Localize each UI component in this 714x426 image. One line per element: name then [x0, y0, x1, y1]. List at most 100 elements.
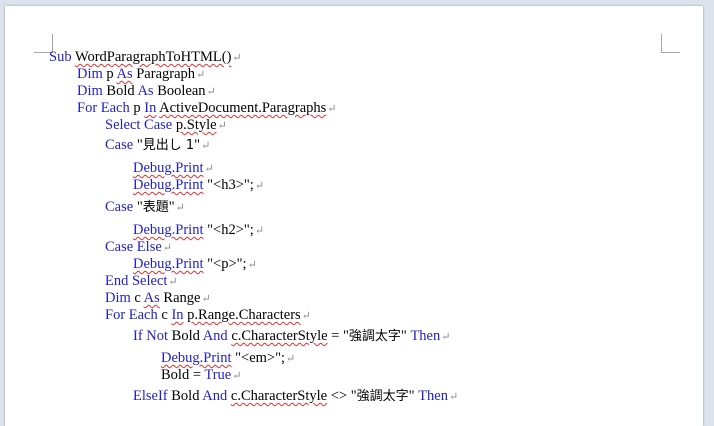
code-text: Bold — [167, 388, 203, 404]
code-keyword: In — [171, 307, 184, 323]
code-text: " — [168, 199, 175, 215]
code-keyword: Dim — [77, 83, 103, 99]
paragraph-mark-icon: ↵ — [232, 370, 242, 382]
paragraph-mark-icon: ↵ — [254, 225, 265, 237]
code-text: " — [194, 137, 201, 153]
paragraph-mark-icon: ↵ — [168, 276, 178, 288]
code-keyword: Case Else — [105, 239, 162, 255]
code-line[interactable]: Dim Bold As Boolean↵ — [77, 83, 216, 100]
code-line[interactable]: Sub WordParagraphToHTML()↵ — [49, 49, 242, 66]
code-keyword: Debug.Print — [133, 177, 204, 193]
code-keyword: Select Case — [105, 117, 173, 133]
code-text: <> " — [327, 388, 357, 404]
code-text: " — [133, 199, 143, 215]
paragraph-mark-icon: ↵ — [162, 242, 172, 254]
code-text: "<h2>"; — [203, 222, 254, 238]
code-keyword: In — [144, 100, 157, 116]
code-line[interactable]: Case "見出し 1"↵ — [105, 137, 210, 154]
document-page[interactable]: Sub WordParagraphToHTML()↵ Dim p As Parag… — [5, 6, 703, 426]
code-text: p — [129, 100, 145, 116]
paragraph-mark-icon: ↵ — [301, 310, 311, 322]
code-text: 表題 — [142, 200, 169, 215]
code-line[interactable]: Case "表題"↵ — [105, 199, 185, 216]
code-line[interactable]: Dim p As Paragraph↵ — [77, 66, 205, 83]
code-keyword: And — [202, 328, 228, 344]
code-line[interactable]: Bold = True↵ — [161, 367, 241, 384]
code-keyword: Case — [105, 137, 134, 153]
code-keyword: Debug.Print — [133, 160, 204, 176]
code-text: " — [408, 388, 419, 404]
code-keyword: Then — [410, 328, 441, 344]
code-text: WordParagraphToHTML() — [74, 49, 232, 65]
paragraph-mark-icon: ↵ — [201, 293, 211, 305]
code-keyword: As — [116, 66, 133, 82]
code-text: c.CharacterStyle — [231, 328, 328, 344]
code-keyword: And — [202, 388, 228, 404]
code-line[interactable]: Debug.Print "<em>";↵ — [161, 350, 295, 367]
code-keyword: Debug.Print — [133, 222, 204, 238]
code-line[interactable]: Case Else↵ — [105, 239, 172, 256]
code-line[interactable]: If Not Bold And c.CharacterStyle = "強調太字… — [133, 328, 450, 345]
code-keyword: Debug.Print — [133, 256, 204, 272]
code-keyword: As — [137, 83, 154, 99]
code-line[interactable]: Dim c As Range↵ — [105, 290, 211, 307]
code-text: 見出し 1 — [142, 138, 195, 153]
code-text: Paragraph — [132, 66, 196, 82]
code-keyword: End Select — [105, 273, 168, 289]
code-keyword: ElseIf — [133, 388, 168, 404]
code-text: Bold — [168, 328, 203, 344]
code-text: "<h3>"; — [203, 177, 254, 193]
code-text: Range — [159, 290, 201, 306]
paragraph-mark-icon: ↵ — [175, 202, 185, 214]
paragraph-mark-icon: ↵ — [286, 353, 296, 365]
code-line[interactable]: ElseIf Bold And c.CharacterStyle <> "強調太… — [133, 388, 458, 405]
code-keyword: Then — [418, 388, 448, 404]
code-line[interactable]: Debug.Print "<p>";↵ — [133, 256, 257, 273]
code-text: Bold — [102, 83, 138, 99]
code-text: p.Style — [175, 117, 217, 133]
code-keyword: For Each — [77, 100, 130, 116]
code-keyword: Sub — [49, 49, 72, 65]
code-text: "<em>"; — [231, 350, 286, 366]
paragraph-mark-icon: ↵ — [196, 69, 206, 81]
code-keyword: Debug.Print — [161, 350, 232, 366]
paragraph-mark-icon: ↵ — [449, 391, 459, 403]
code-keyword: As — [143, 290, 160, 306]
code-line[interactable]: Debug.Print↵ — [133, 160, 214, 177]
code-keyword: For Each — [105, 307, 158, 323]
code-text: = " — [327, 328, 349, 344]
code-text: c.CharacterStyle — [230, 388, 328, 404]
code-line[interactable]: For Each c In p.Range.Characters↵ — [105, 307, 311, 324]
code-text: c — [157, 307, 172, 323]
paragraph-mark-icon: ↵ — [327, 103, 337, 115]
code-text: Bold = — [161, 367, 205, 383]
paragraph-mark-icon: ↵ — [254, 180, 265, 192]
paragraph-mark-icon: ↵ — [217, 120, 227, 132]
code-text: ActiveDocument.Paragraphs — [159, 100, 327, 116]
code-text: 強調太字 — [348, 329, 401, 344]
code-keyword: Case — [105, 199, 134, 215]
code-text: " — [133, 137, 143, 153]
code-line[interactable]: For Each p In ActiveDocument.Paragraphs↵ — [77, 100, 337, 117]
margin-corner-top-right — [661, 34, 680, 53]
code-keyword: Dim — [77, 66, 103, 82]
paragraph-mark-icon: ↵ — [232, 52, 242, 64]
paragraph-mark-icon: ↵ — [247, 259, 257, 271]
code-text: p.Range.Characters — [187, 307, 301, 323]
paragraph-mark-icon: ↵ — [441, 331, 451, 343]
code-line[interactable]: End Select↵ — [105, 273, 178, 290]
code-text: c — [130, 290, 144, 306]
code-text: p — [102, 66, 117, 82]
code-keyword: Dim — [105, 290, 131, 306]
code-line[interactable]: Debug.Print "<h3>";↵ — [133, 177, 264, 194]
code-line[interactable]: Debug.Print "<h2>";↵ — [133, 222, 264, 239]
code-text: Boolean — [153, 83, 206, 99]
code-line[interactable]: Select Case p.Style↵ — [105, 117, 227, 134]
paragraph-mark-icon: ↵ — [201, 140, 211, 152]
code-keyword: True — [204, 367, 232, 383]
paragraph-mark-icon: ↵ — [206, 86, 216, 98]
code-keyword: If Not — [133, 328, 169, 344]
code-text: "<p>"; — [203, 256, 247, 272]
paragraph-mark-icon: ↵ — [204, 163, 214, 175]
code-text: 強調太字 — [356, 389, 409, 404]
